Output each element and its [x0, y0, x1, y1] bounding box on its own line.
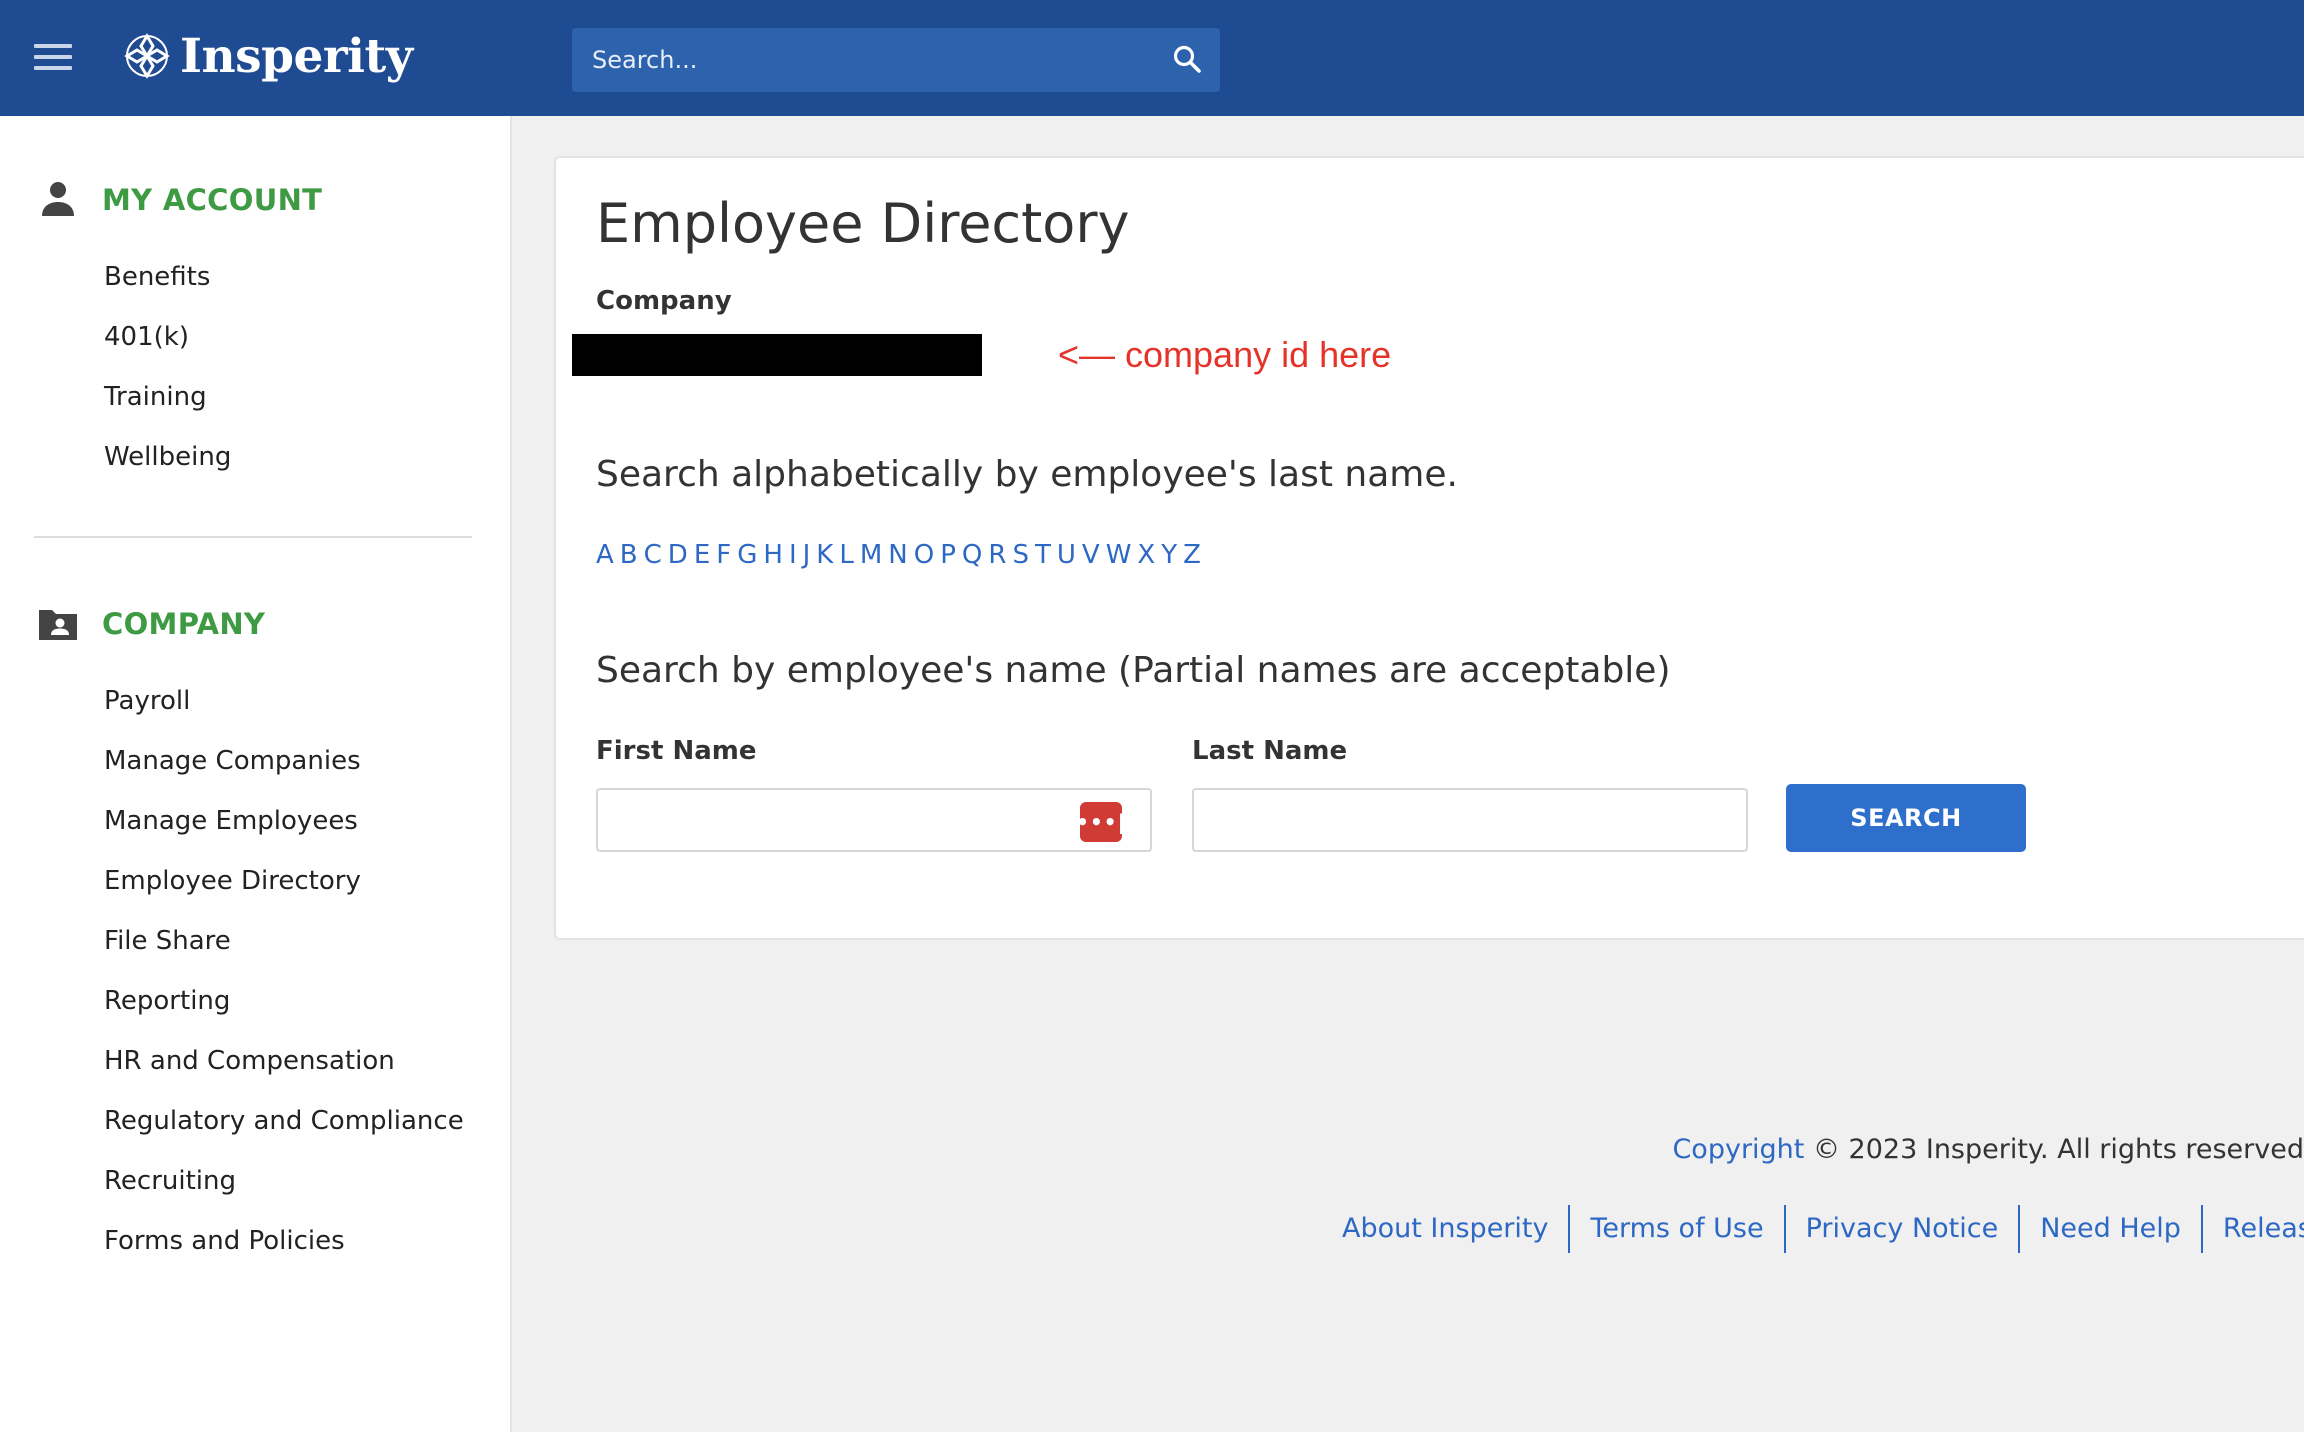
- letter-link[interactable]: F: [716, 540, 731, 570]
- sidebar-item-file-share[interactable]: File Share: [104, 920, 464, 980]
- my-account-title: MY ACCOUNT: [102, 183, 323, 217]
- sidebar-item-manage-companies[interactable]: Manage Companies: [104, 740, 464, 800]
- sidebar-item-reporting[interactable]: Reporting: [104, 980, 464, 1040]
- footer-link-help[interactable]: Need Help: [2018, 1205, 2201, 1253]
- brand-name: Insperity: [180, 28, 413, 84]
- insperity-logo-mark-icon: [124, 33, 170, 79]
- last-name-input[interactable]: [1194, 790, 1746, 850]
- footer-link-privacy[interactable]: Privacy Notice: [1783, 1205, 2019, 1253]
- global-search-input[interactable]: [572, 28, 1152, 92]
- letter-link[interactable]: B: [620, 540, 638, 570]
- page-title: Employee Directory: [596, 192, 1130, 255]
- name-search-heading: Search by employee's name (Partial names…: [596, 650, 1671, 691]
- letter-link[interactable]: W: [1106, 540, 1132, 570]
- sidebar-item-wellbeing[interactable]: Wellbeing: [104, 436, 231, 496]
- letter-link[interactable]: S: [1012, 540, 1029, 570]
- alphabet-links: A B C D E F G H I J K L M N O P Q R S T …: [596, 540, 1207, 570]
- company-title: COMPANY: [102, 607, 266, 641]
- sidebar-item-payroll[interactable]: Payroll: [104, 680, 464, 740]
- letter-link[interactable]: P: [940, 540, 956, 570]
- letter-link[interactable]: O: [914, 540, 934, 570]
- company-menu: Payroll Manage Companies Manage Employee…: [104, 680, 464, 1280]
- insperity-logo[interactable]: Insperity: [122, 26, 413, 86]
- letter-link[interactable]: M: [860, 540, 882, 570]
- company-id-annotation: <— company id here: [1058, 334, 1392, 375]
- last-name-field: [1192, 788, 1748, 852]
- footer-links: About Insperity Terms of Use Privacy Not…: [1342, 1204, 2304, 1254]
- sidebar-item-401k[interactable]: 401(k): [104, 316, 231, 376]
- first-name-label: First Name: [596, 736, 757, 766]
- footer-link-release-notes[interactable]: Release Not: [2200, 1205, 2304, 1253]
- letter-link[interactable]: Q: [962, 540, 982, 570]
- my-account-menu: Benefits 401(k) Training Wellbeing: [104, 256, 231, 496]
- copyright-link[interactable]: Copyright: [1672, 1134, 1804, 1165]
- sidebar-item-recruiting[interactable]: Recruiting: [104, 1160, 464, 1220]
- company-id-redaction: [572, 334, 982, 376]
- letter-link[interactable]: L: [839, 540, 854, 570]
- letter-link[interactable]: A: [596, 540, 614, 570]
- sidebar-item-manage-employees[interactable]: Manage Employees: [104, 800, 464, 860]
- letter-link[interactable]: X: [1137, 540, 1155, 570]
- letter-link[interactable]: D: [668, 540, 688, 570]
- company-header[interactable]: COMPANY: [36, 602, 265, 646]
- letter-link[interactable]: E: [694, 540, 710, 570]
- first-name-input[interactable]: [598, 790, 1150, 850]
- sidebar-item-regulatory-compliance[interactable]: Regulatory and Compliance: [104, 1100, 464, 1160]
- folder-person-icon: [39, 610, 77, 640]
- first-name-field: •••|: [596, 788, 1152, 852]
- footer-link-terms[interactable]: Terms of Use: [1568, 1205, 1783, 1253]
- letter-link[interactable]: Y: [1161, 540, 1177, 570]
- letter-link[interactable]: Z: [1183, 540, 1201, 570]
- letter-link[interactable]: V: [1082, 540, 1100, 570]
- last-name-label: Last Name: [1192, 736, 1348, 766]
- letter-link[interactable]: H: [763, 540, 783, 570]
- letter-link[interactable]: C: [644, 540, 662, 570]
- search-button[interactable]: SEARCH: [1786, 784, 2026, 852]
- footer-link-about[interactable]: About Insperity: [1342, 1205, 1568, 1253]
- sidebar: MY ACCOUNT Benefits 401(k) Training Well…: [0, 116, 512, 1432]
- global-search: [572, 28, 1220, 92]
- person-icon: [42, 182, 74, 216]
- copyright-notice: Copyright © 2023 Insperity. All rights r…: [1672, 1134, 2304, 1165]
- my-account-header[interactable]: MY ACCOUNT: [36, 178, 322, 222]
- letter-link[interactable]: K: [816, 540, 833, 570]
- alphabetical-search-heading: Search alphabetically by employee's last…: [596, 454, 1458, 495]
- password-manager-icon[interactable]: •••|: [1076, 802, 1125, 842]
- company-label: Company: [596, 286, 732, 316]
- employee-directory-card: Employee Directory Company <— company id…: [554, 156, 2304, 940]
- sidebar-item-hr-compensation[interactable]: HR and Compensation: [104, 1040, 464, 1100]
- sidebar-item-benefits[interactable]: Benefits: [104, 256, 231, 316]
- top-bar: Insperity: [0, 0, 2304, 116]
- menu-icon[interactable]: [34, 42, 74, 72]
- search-icon[interactable]: [1170, 42, 1206, 78]
- letter-link[interactable]: N: [888, 540, 907, 570]
- letter-link[interactable]: J: [803, 540, 811, 570]
- letter-link[interactable]: G: [737, 540, 757, 570]
- letter-link[interactable]: U: [1057, 540, 1076, 570]
- sidebar-divider: [34, 536, 472, 538]
- copyright-text: © 2023 Insperity. All rights reserved: [1804, 1134, 2304, 1165]
- sidebar-item-training[interactable]: Training: [104, 376, 231, 436]
- letter-link[interactable]: R: [988, 540, 1006, 570]
- sidebar-item-employee-directory[interactable]: Employee Directory: [104, 860, 464, 920]
- letter-link[interactable]: T: [1035, 540, 1051, 570]
- sidebar-item-forms-policies[interactable]: Forms and Policies: [104, 1220, 464, 1280]
- letter-link[interactable]: I: [789, 540, 797, 570]
